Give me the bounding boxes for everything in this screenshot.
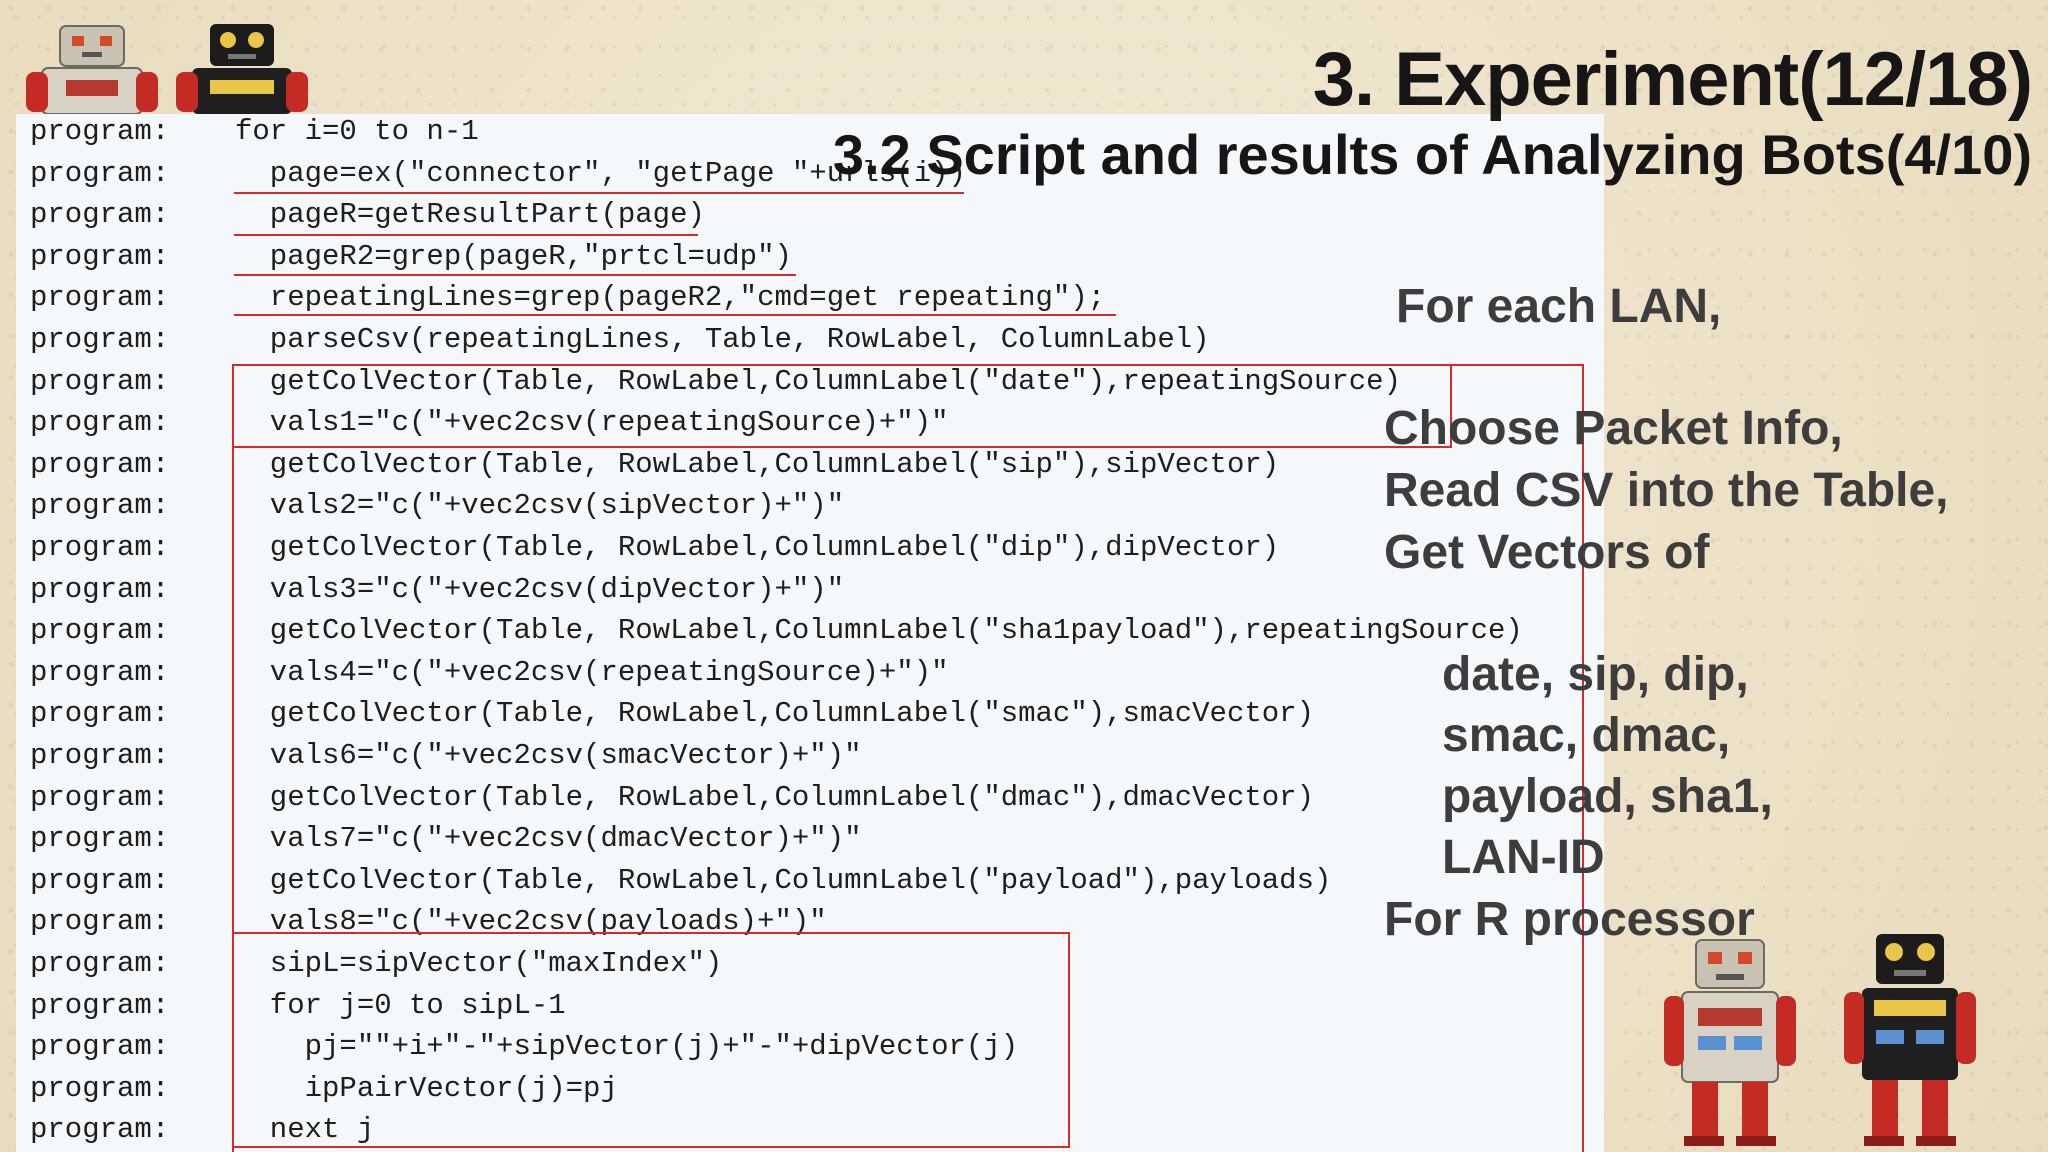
- note-field-list: LAN-ID: [1442, 831, 1605, 884]
- code-line-prefix: program:: [30, 739, 170, 772]
- robot-silver-icon: [26, 25, 158, 114]
- highlight-underline: [234, 192, 964, 194]
- code-line-prefix: program:: [30, 406, 170, 440]
- code-line-prefix: program:: [30, 115, 170, 148]
- code-line-prefix: program:: [30, 947, 170, 980]
- note-choose-packet: Choose Packet Info,: [1384, 402, 1843, 455]
- code-line-prefix: program:: [30, 198, 170, 232]
- code-line-prefix: program:: [30, 863, 170, 897]
- code-line-prefix: program:: [30, 364, 170, 398]
- code-line-text: parseCsv(repeatingLines, Table, RowLabel…: [235, 323, 1210, 356]
- code-line-prefix: program:: [30, 822, 170, 856]
- highlight-box-ip-pairs: [232, 932, 1070, 1148]
- code-line-prefix: program:: [30, 156, 170, 190]
- code-line-prefix: program:: [30, 655, 170, 689]
- note-field-list: payload, sha1,: [1442, 770, 1773, 823]
- code-line: program: for i=0 to n-1: [30, 111, 479, 153]
- code-line-prefix: program:: [30, 1113, 170, 1147]
- slide-subtitle: 3.2 Script and results of Analyzing Bots…: [832, 123, 2032, 186]
- slide: program: for i=0 to n-1 program: page=ex("…: [0, 0, 2048, 1152]
- code-line-prefix: program:: [30, 323, 170, 356]
- note-get-vectors: Get Vectors of: [1384, 526, 1710, 579]
- code-line: program: pageR2=grep(pageR,"prtcl=udp"): [30, 236, 792, 278]
- code-line-prefix: program:: [30, 489, 170, 523]
- code-line: program: page=ex("connector", "getPage "…: [30, 153, 966, 195]
- robot-black-icon: [176, 24, 308, 114]
- code-line-text: pageR=getResultPart(page): [235, 198, 705, 232]
- code-line-prefix: program:: [30, 697, 170, 731]
- code-line-prefix: program:: [30, 531, 170, 564]
- code-line-prefix: program:: [30, 281, 170, 315]
- highlight-underline: [234, 274, 796, 276]
- code-line-prefix: program:: [30, 905, 170, 939]
- code-line-prefix: program:: [30, 1030, 170, 1064]
- code-line-prefix: program:: [30, 239, 170, 273]
- code-line-prefix: program:: [30, 447, 170, 481]
- robot-black-icon: [1844, 934, 1976, 1146]
- code-line-prefix: program:: [30, 614, 170, 648]
- code-line-prefix: program:: [30, 988, 170, 1022]
- highlight-underline: [234, 234, 698, 236]
- slide-title: 3. Experiment(12/18): [1312, 37, 2033, 122]
- note-for-each-lan: For each LAN,: [1396, 280, 1722, 333]
- code-line-text: for i=0 to n-1: [235, 115, 479, 148]
- highlight-underline: [234, 314, 1116, 316]
- note-field-list: smac, dmac,: [1442, 709, 1731, 762]
- code-line-text: pageR2=grep(pageR,"prtcl=udp"): [235, 239, 792, 273]
- code-line-prefix: program:: [30, 1071, 170, 1105]
- code-line: program: pageR=getResultPart(page): [30, 194, 705, 236]
- note-read-csv: Read CSV into the Table,: [1384, 464, 1949, 517]
- code-line-prefix: program:: [30, 780, 170, 814]
- note-field-list: date, sip, dip,: [1442, 648, 1749, 701]
- robot-silver-icon: [1664, 939, 1796, 1146]
- code-line-prefix: program:: [30, 572, 170, 606]
- code-line: program: parseCsv(repeatingLines, Table,…: [30, 319, 1210, 361]
